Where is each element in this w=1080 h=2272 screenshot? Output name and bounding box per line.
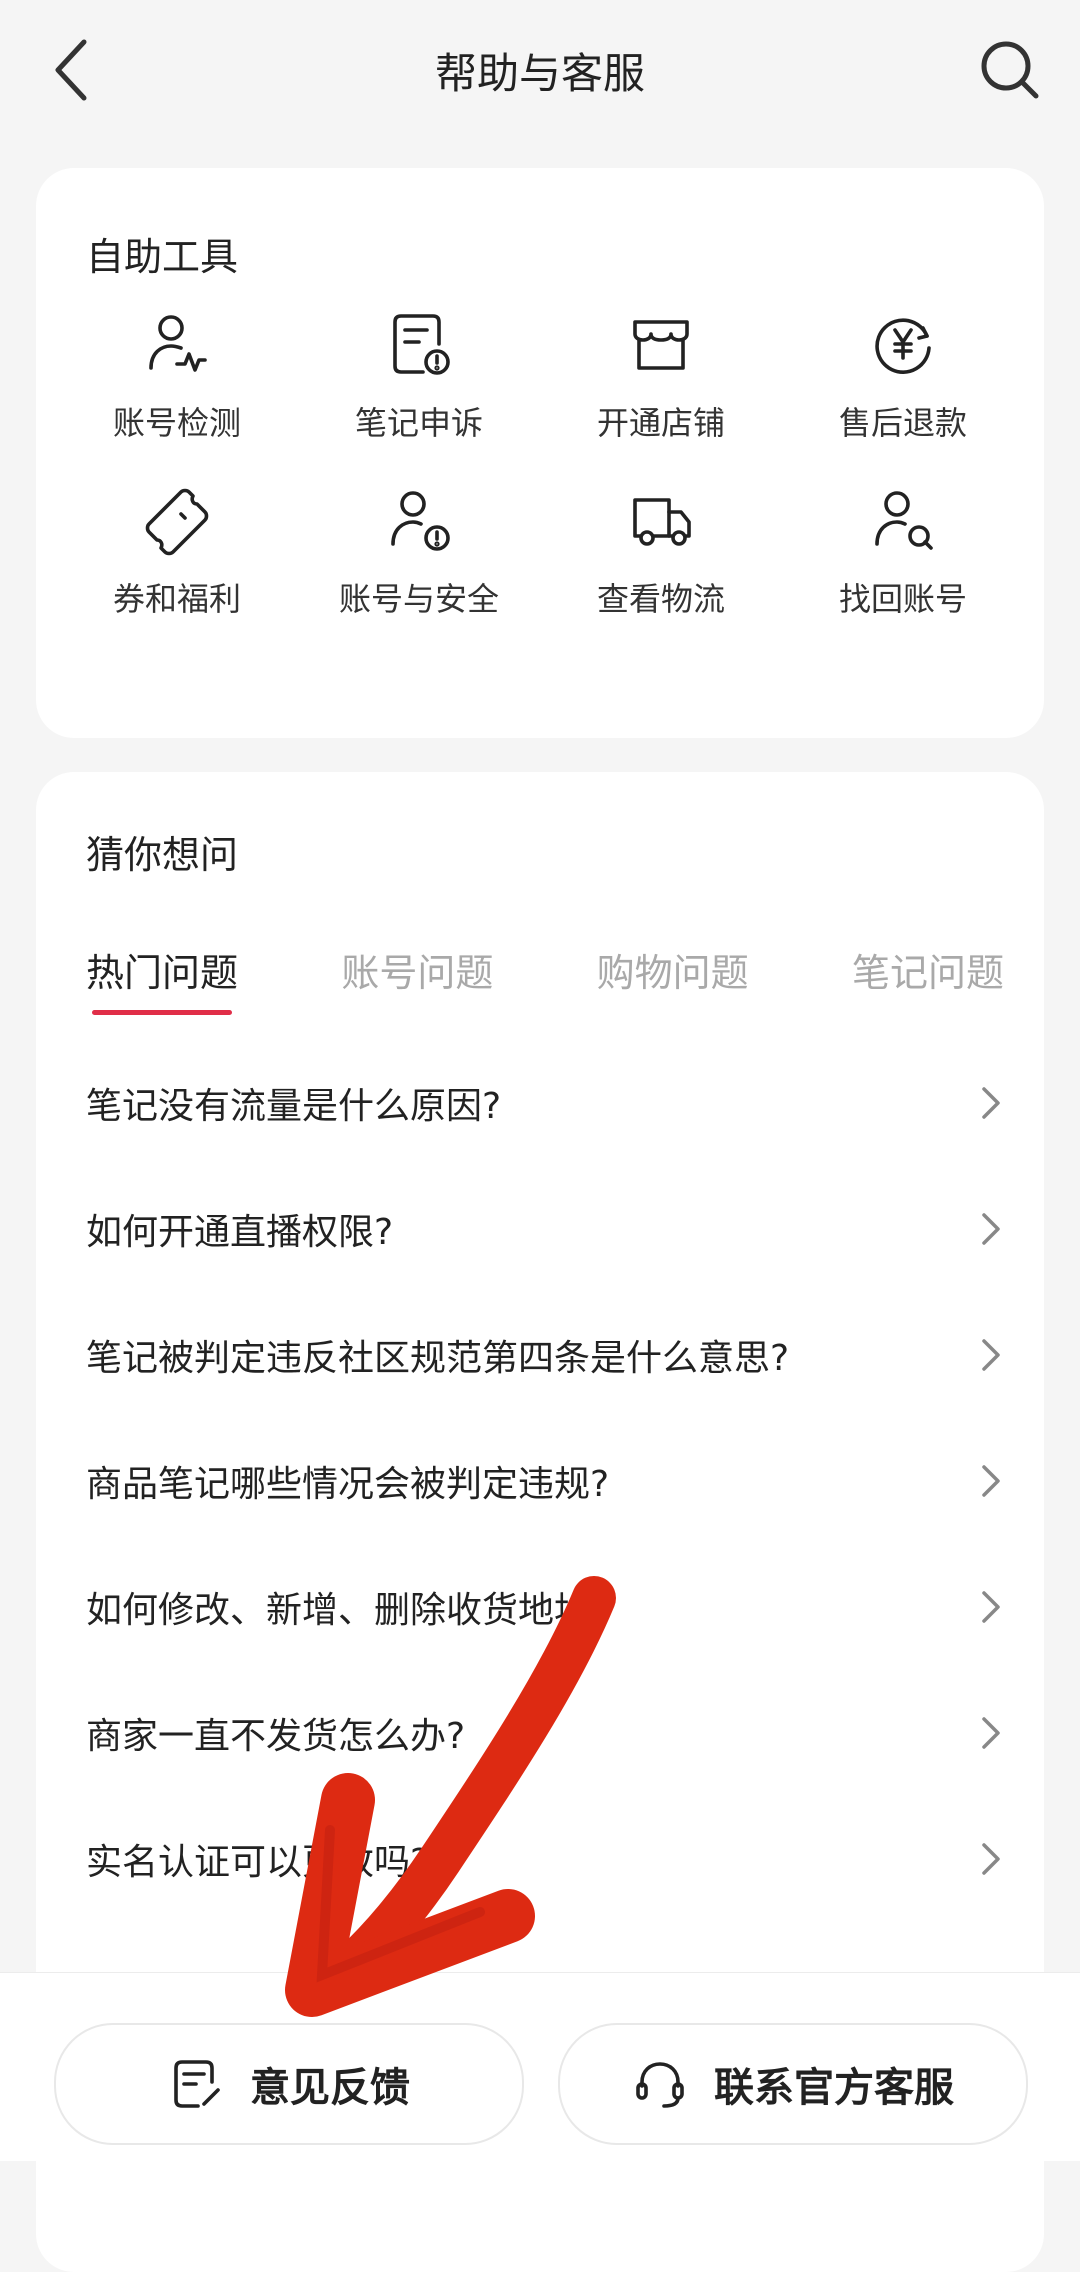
tool-account-security[interactable]: 账号与安全 [298, 484, 540, 620]
chevron-right-icon [982, 1591, 1000, 1623]
tool-label: 开通店铺 [596, 404, 725, 442]
note-appeal-icon [393, 314, 450, 375]
tool-recover-account[interactable]: 找回账号 [782, 484, 1024, 620]
tool-label: 账号与安全 [338, 580, 499, 618]
account-search-icon [875, 491, 933, 550]
tool-label: 笔记申诉 [354, 404, 483, 442]
chevron-right-icon [982, 1087, 1000, 1119]
question-text: 商家一直不发货怎么办? [86, 1716, 466, 1757]
faq-section-title: 猜你想问 [86, 833, 239, 877]
coupon-icon [145, 488, 209, 556]
list-item[interactable]: 如何开通直播权限? [36, 1166, 1044, 1292]
list-item[interactable]: 实名认证可以更改吗? [36, 1796, 1044, 1922]
list-item[interactable]: 笔记被判定违反社区规范第四条是什么意思? [36, 1292, 1044, 1418]
tool-open-store[interactable]: 开通店铺 [540, 308, 782, 444]
store-icon [633, 320, 689, 370]
refund-icon [875, 318, 931, 374]
question-text: 实名认证可以更改吗? [86, 1842, 430, 1883]
chevron-right-icon [982, 1465, 1000, 1497]
account-security-icon [391, 491, 450, 551]
chevron-right-icon [982, 1213, 1000, 1245]
contact-service-label: 联系官方客服 [714, 2065, 954, 2111]
tool-label: 查看物流 [596, 580, 725, 618]
tool-note-appeal[interactable]: 笔记申诉 [298, 308, 540, 444]
list-item[interactable]: 如何修改、新增、删除收货地址? [36, 1544, 1044, 1670]
tool-label: 券和福利 [112, 580, 241, 618]
contact-service-button[interactable]: 联系官方客服 [558, 2023, 1028, 2145]
account-check-icon [149, 315, 207, 372]
question-text: 如何开通直播权限? [86, 1212, 394, 1253]
tools-section-title: 自助工具 [86, 235, 239, 279]
tab-label: 热门问题 [86, 951, 239, 995]
feedback-note-icon [174, 2060, 220, 2108]
tool-logistics[interactable]: 查看物流 [540, 484, 782, 620]
active-tab-underline [92, 1010, 233, 1015]
tab-label: 购物问题 [596, 951, 749, 995]
list-item[interactable]: 笔记没有流量是什么原因? [36, 1040, 1044, 1166]
list-item[interactable]: 商家一直不发货怎么办? [36, 1670, 1044, 1796]
headset-icon [636, 2062, 684, 2108]
tool-label: 账号检测 [112, 404, 241, 442]
chevron-right-icon [982, 1717, 1000, 1749]
tool-label: 售后退款 [838, 404, 967, 442]
search-icon[interactable] [970, 30, 1050, 110]
question-text: 笔记被判定违反社区规范第四条是什么意思? [86, 1338, 790, 1379]
tool-coupons[interactable]: 券和福利 [56, 484, 298, 620]
top-bar: 帮助与客服 [0, 0, 1080, 150]
tab-hot-questions[interactable]: 热门问题 [86, 942, 239, 1015]
tool-label: 找回账号 [838, 580, 967, 618]
tool-refund[interactable]: 售后退款 [782, 308, 1024, 444]
tools-grid: 账号检测 笔记申诉 开通店铺 售后退款 券和福利 账号与安全 查看物流 找回账号 [56, 308, 1024, 620]
feedback-button[interactable]: 意见反馈 [54, 2023, 524, 2145]
tool-account-check[interactable]: 账号检测 [56, 308, 298, 444]
question-text: 如何修改、新增、删除收货地址? [86, 1590, 610, 1631]
tab-account-questions[interactable]: 账号问题 [341, 942, 493, 997]
question-text: 商品笔记哪些情况会被判定违规? [86, 1464, 610, 1505]
tab-label: 账号问题 [341, 951, 494, 995]
page-title: 帮助与客服 [434, 49, 645, 98]
list-item[interactable]: 商品笔记哪些情况会被判定违规? [36, 1418, 1044, 1544]
bottom-action-bar: 意见反馈 联系官方客服 [0, 1972, 1080, 2161]
self-service-tools-card: 自助工具 账号检测 笔记申诉 开通店铺 售后退款 券和福利 账号与安全 查看物流… [36, 168, 1044, 738]
tab-label: 笔记问题 [851, 951, 1004, 995]
feedback-label: 意见反馈 [250, 2065, 410, 2111]
tab-note-questions[interactable]: 笔记问题 [852, 942, 1004, 997]
truck-icon [633, 498, 691, 546]
question-list: 笔记没有流量是什么原因? 如何开通直播权限? 笔记被判定违反社区规范第四条是什么… [36, 1040, 1044, 1922]
question-text: 笔记没有流量是什么原因? [86, 1086, 502, 1127]
tab-shopping-questions[interactable]: 购物问题 [597, 942, 749, 997]
faq-tabs: 热门问题 账号问题 购物问题 笔记问题 [86, 942, 1004, 1015]
chevron-right-icon [982, 1843, 1000, 1875]
chevron-right-icon [982, 1339, 1000, 1371]
